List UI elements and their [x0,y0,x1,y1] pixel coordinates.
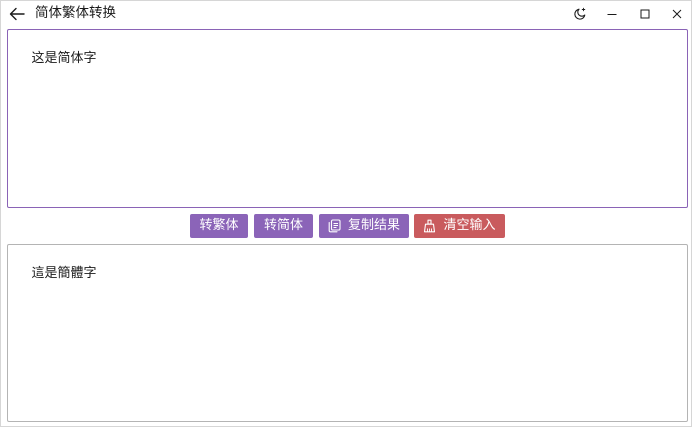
clear-input-button[interactable]: 清空输入 [414,214,505,238]
simplified-input-textarea[interactable]: 这是简体字 [7,29,688,208]
window-title: 简体繁体转换 [35,5,116,21]
clear-input-label: 清空输入 [443,218,496,233]
input-text: 这是简体字 [31,51,97,66]
copy-icon [328,219,341,233]
theme-toggle-button[interactable] [564,1,596,27]
broom-icon [424,219,436,233]
moon-sparkle-icon [574,7,586,20]
convert-to-simplified-button[interactable]: 转简体 [254,214,313,238]
output-text: 這是簡體字 [31,266,97,281]
back-button[interactable] [5,3,29,25]
convert-to-traditional-label: 转繁体 [199,218,239,233]
traditional-output-textarea[interactable]: 這是簡體字 [7,244,688,422]
copy-result-label: 复制结果 [347,218,400,233]
minimize-icon [607,14,617,15]
app-window: 简体繁体转换 这是简体字 转繁体 转简体 复制结果 清空输入 這是簡體字 [0,0,692,427]
convert-to-traditional-button[interactable]: 转繁体 [190,214,248,238]
maximize-icon [640,9,650,19]
maximize-button[interactable] [629,1,661,27]
title-bar: 简体繁体转换 [1,1,691,27]
arrow-left-icon [9,7,25,21]
close-button[interactable] [661,1,692,27]
minimize-button[interactable] [596,1,628,27]
convert-to-simplified-label: 转简体 [263,218,303,233]
close-icon [672,9,682,19]
copy-result-button[interactable]: 复制结果 [319,214,409,238]
